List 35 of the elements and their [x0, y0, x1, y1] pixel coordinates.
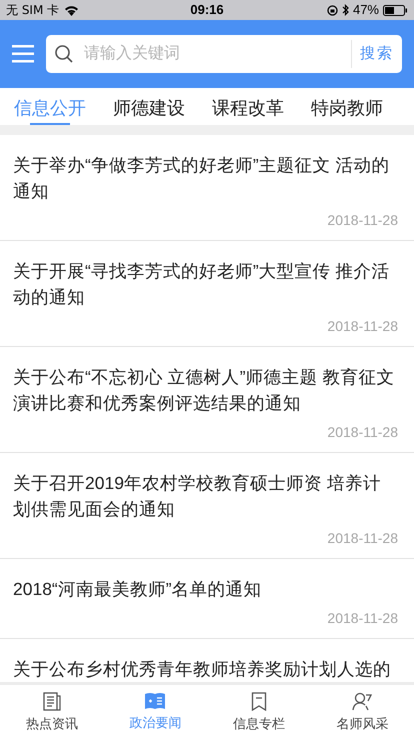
- wifi-icon: [64, 4, 80, 16]
- article-date: 2018-11-28: [327, 529, 398, 548]
- article-item[interactable]: 关于举办“争做李芳式的好老师”主题征文 活动的通知 2018-11-28: [0, 135, 414, 241]
- article-date: 2018-11-28: [327, 423, 398, 442]
- article-item[interactable]: 2018“河南最美教师”名单的通知 2018-11-28: [0, 559, 414, 639]
- article-title: 关于公布“不忘初心 立德树人”师德主题 教育征文演讲比赛和优秀案例评选结果的通知: [13, 366, 396, 415]
- document-icon: [42, 692, 61, 711]
- category-tab[interactable]: 特岗教师: [311, 88, 383, 125]
- bookmark-icon: [250, 692, 267, 711]
- person-icon: [352, 692, 372, 711]
- battery-icon: [383, 4, 408, 16]
- nav-tab[interactable]: 名师风采: [310, 685, 414, 736]
- category-tab[interactable]: 师德建设: [113, 88, 185, 125]
- article-date: 2018-11-28: [327, 609, 398, 628]
- open-book-icon: [144, 692, 166, 710]
- article-item[interactable]: 关于公布“不忘初心 立德树人”师德主题 教育征文演讲比赛和优秀案例评选结果的通知 2018-11-28: [0, 347, 414, 453]
- article-title: 关于公布乡村优秀青年教师培养奖励计划人选的: [13, 658, 392, 681]
- article-date: 2018-11-28: [327, 211, 398, 230]
- carrier-text: 无 SIM 卡: [6, 2, 60, 19]
- battery-percent: 47%: [352, 1, 379, 20]
- article-date: 2018-11-28: [327, 317, 398, 336]
- nav-tab[interactable]: 热点资讯: [0, 685, 104, 736]
- article-item[interactable]: 关于召开2019年农村学校教育硕士师资 培养计划供需见面会的通知 2018-11-28: [0, 453, 414, 559]
- nav-tab[interactable]: 信息专栏: [207, 685, 310, 736]
- menu-icon[interactable]: [12, 45, 34, 63]
- article-title: 2018“河南最美教师”名单的通知: [13, 578, 263, 601]
- article-title: 关于召开2019年农村学校教育硕士师资 培养计划供需见面会的通知: [13, 472, 382, 521]
- article-title: 关于开展“寻找李芳式的好老师”大型宣传 推介活动的通知: [13, 260, 391, 309]
- article-item[interactable]: 关于开展“寻找李芳式的好老师”大型宣传 推介活动的通知 2018-11-28: [0, 241, 414, 347]
- article-title: 关于举办“争做李芳式的好老师”主题征文 活动的通知: [13, 154, 391, 203]
- search-icon: [54, 44, 74, 64]
- category-tab[interactable]: 课程改革: [212, 88, 284, 125]
- clock-text: 09:16: [190, 1, 224, 20]
- orientation-lock-icon: [326, 4, 338, 16]
- bluetooth-icon: [342, 4, 349, 16]
